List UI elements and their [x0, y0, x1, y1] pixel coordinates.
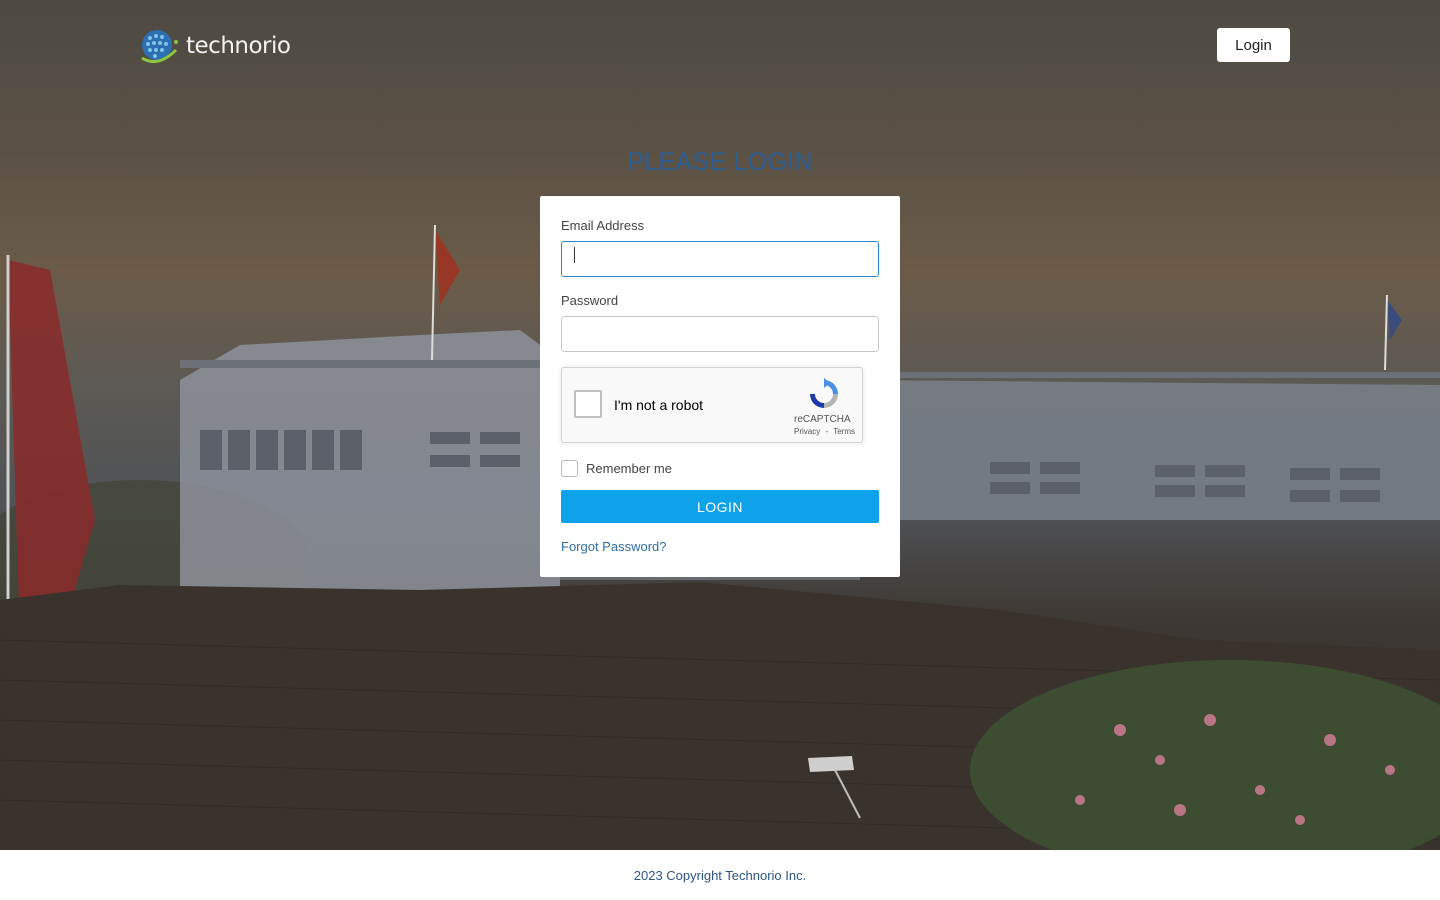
- password-field[interactable]: [561, 316, 879, 352]
- recaptcha-terms-link[interactable]: Terms: [833, 427, 855, 436]
- recaptcha-widget: I'm not a robot reCAPTCHA Privacy - Term…: [561, 367, 863, 443]
- brand-name: technorio: [186, 33, 291, 59]
- remember-me-label: Remember me: [586, 461, 672, 476]
- remember-me-checkbox[interactable]: [561, 460, 578, 477]
- forgot-password-link[interactable]: Forgot Password?: [561, 539, 667, 554]
- email-label: Email Address: [561, 218, 645, 233]
- background-hero: technorio Login PLEASE LOGIN Email Addre…: [0, 0, 1440, 850]
- recaptcha-label: I'm not a robot: [614, 397, 704, 413]
- page-title: PLEASE LOGIN: [627, 148, 813, 176]
- brand-logo[interactable]: technorio: [140, 28, 291, 64]
- copyright-text: 2023 Copyright Technorio Inc.: [633, 867, 807, 883]
- recaptcha-brand: reCAPTCHA: [794, 414, 851, 425]
- password-label: Password: [561, 293, 619, 308]
- recaptcha-separator: -: [825, 427, 829, 436]
- recaptcha-checkbox[interactable]: [574, 390, 602, 418]
- login-card: Email Address Password I'm not a robot r…: [540, 196, 900, 577]
- text-caret: [574, 247, 575, 263]
- recaptcha-links: Privacy - Terms: [794, 427, 855, 436]
- email-field[interactable]: [561, 241, 879, 277]
- globe-logo-icon: [141, 30, 178, 64]
- footer: 2023 Copyright Technorio Inc.: [0, 850, 1440, 900]
- header-login-button[interactable]: Login: [1217, 28, 1290, 62]
- recaptcha-icon: [810, 378, 838, 408]
- recaptcha-privacy-link[interactable]: Privacy: [794, 427, 820, 436]
- login-submit-button[interactable]: LOGIN: [561, 490, 879, 523]
- remember-me: Remember me: [561, 460, 672, 477]
